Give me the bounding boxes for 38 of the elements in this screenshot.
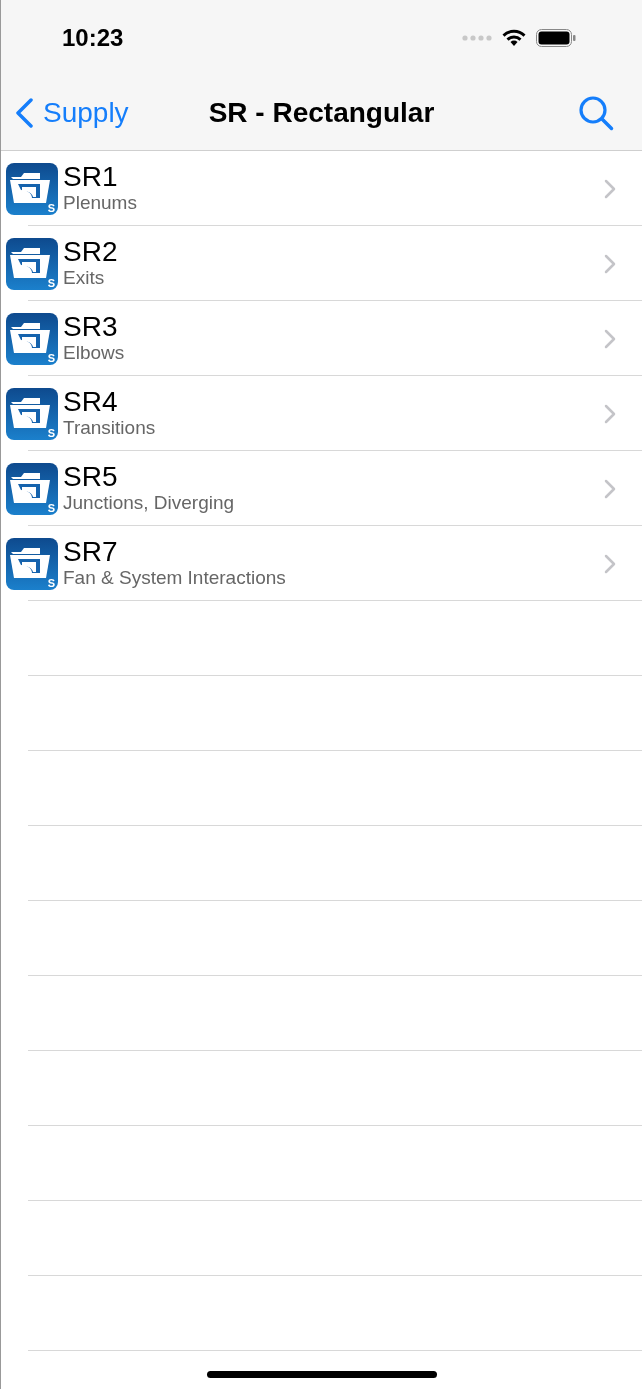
search-icon[interactable]: [578, 94, 614, 131]
chevron-right-icon: [604, 328, 616, 349]
row-subtitle: Fan & System Interactions: [63, 566, 287, 589]
row-title: SR5: [63, 461, 119, 492]
row-title: SR1: [63, 161, 119, 192]
chevron-left-icon: [15, 97, 33, 128]
list-row[interactable]: S SR5 Junctions, Diverging: [1, 451, 642, 526]
status-time: 10:23: [62, 23, 124, 52]
row-subtitle: Junctions, Diverging: [63, 491, 236, 514]
signal-dots-icon: [462, 34, 492, 41]
chevron-right-icon: [604, 253, 616, 274]
list-row[interactable]: S SR3 Elbows: [1, 301, 642, 376]
list-row[interactable]: S SR1 Plenums: [1, 151, 642, 226]
list-row[interactable]: S SR7 Fan & System Interactions: [1, 526, 642, 601]
row-subtitle: Plenums: [63, 191, 138, 214]
row-subtitle: Exits: [63, 266, 106, 289]
list-row[interactable]: S SR2 Exits: [1, 226, 642, 301]
duct-folder-icon: S: [6, 162, 58, 215]
back-button[interactable]: Supply: [15, 96, 129, 129]
row-subtitle: Transitions: [63, 416, 157, 439]
list-row[interactable]: S SR4 Transitions: [1, 376, 642, 451]
chevron-right-icon: [604, 178, 616, 199]
duct-folder-icon: S: [6, 237, 58, 290]
duct-folder-icon: S: [6, 462, 58, 515]
chevron-right-icon: [604, 478, 616, 499]
nav-title: SR - Rectangular: [208, 96, 435, 128]
duct-folder-icon: S: [6, 537, 58, 590]
row-subtitle: Elbows: [63, 341, 126, 364]
duct-folder-icon: S: [6, 387, 58, 440]
duct-folder-icon: S: [6, 312, 58, 365]
chevron-right-icon: [604, 403, 616, 424]
row-title: SR4: [63, 386, 119, 417]
chevron-right-icon: [604, 553, 616, 574]
row-title: SR7: [63, 536, 119, 567]
row-title: SR3: [63, 311, 119, 342]
wifi-icon: [502, 28, 526, 47]
row-title: SR2: [63, 236, 119, 267]
battery-icon: [536, 28, 576, 47]
